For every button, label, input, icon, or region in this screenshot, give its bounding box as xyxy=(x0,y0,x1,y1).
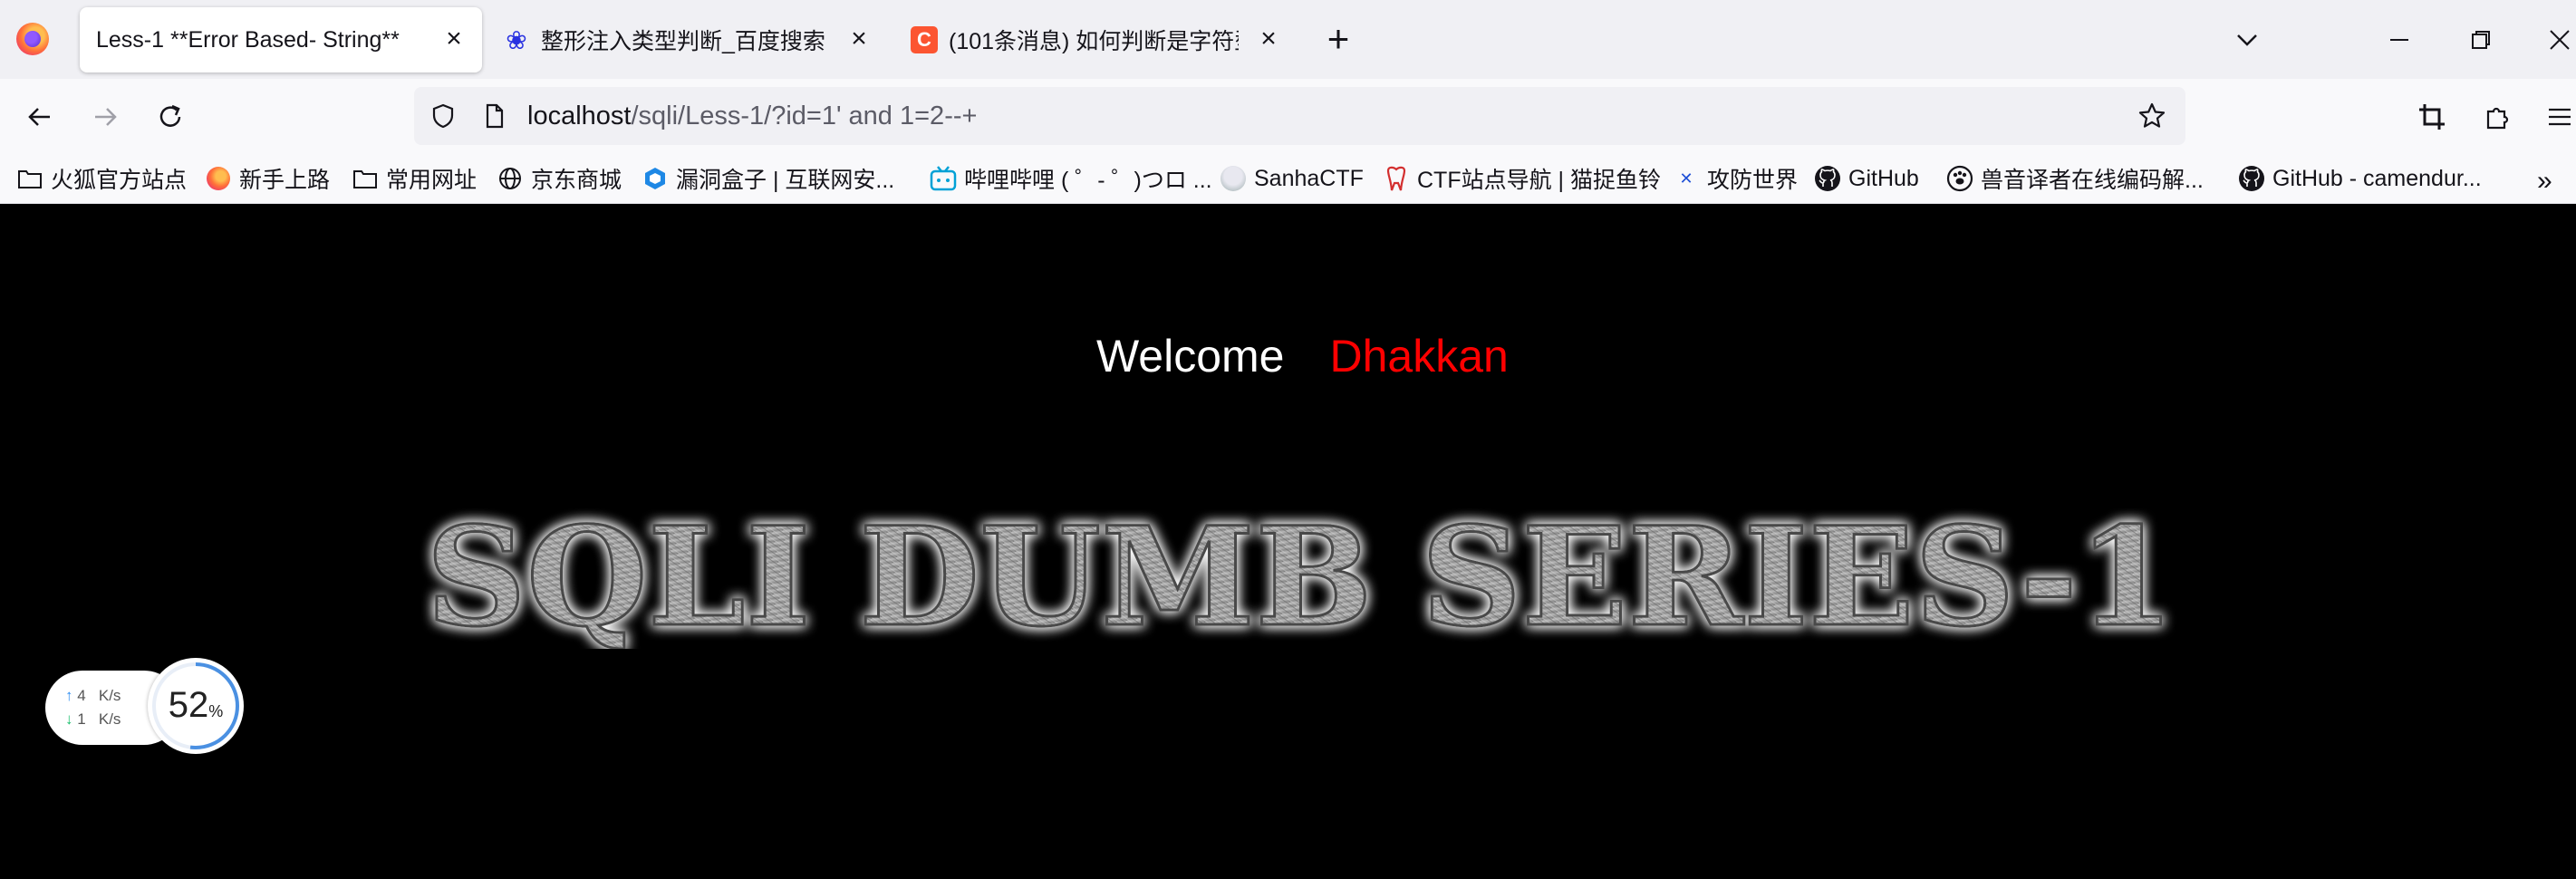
screenshot-crop-icon[interactable] xyxy=(2412,97,2452,137)
navigation-toolbar: localhost/sqli/Less-1/?id=1' and 1=2--+ xyxy=(0,79,2576,153)
bookmark-label: GitHub xyxy=(1848,165,1919,191)
url-bar[interactable]: localhost/sqli/Less-1/?id=1' and 1=2--+ xyxy=(414,87,2185,145)
paw-icon xyxy=(1946,165,1973,192)
bookmark-jd[interactable]: 京东商城 xyxy=(497,160,622,197)
bookmark-label: 京东商城 xyxy=(531,168,622,193)
close-tab-icon[interactable]: × xyxy=(845,24,873,53)
download-arrow-icon: ↓ xyxy=(65,710,73,728)
csdn-icon: C xyxy=(911,26,938,53)
bookmark-label: 漏洞盒子 | 互联网安... xyxy=(676,168,895,193)
bookmark-getting-started[interactable]: 新手上路 xyxy=(205,160,330,197)
reload-icon[interactable] xyxy=(150,97,190,137)
url-text[interactable]: localhost/sqli/Less-1/?id=1' and 1=2--+ xyxy=(527,101,977,131)
tab-baidu-search[interactable]: ❀ 整形注入类型判断_百度搜索 × xyxy=(503,7,892,72)
bookmark-label: CTF站点导航 | 猫捉鱼铃 xyxy=(1417,168,1661,193)
url-host: localhost xyxy=(527,101,632,130)
tab-strip: Less-1 **Error Based- String** × ❀ 整形注入类… xyxy=(0,0,2576,79)
gauge-unit: % xyxy=(208,702,224,720)
page-info-icon[interactable] xyxy=(478,100,510,132)
tab-list-chevron-down-icon[interactable] xyxy=(2231,24,2263,56)
tooth-icon xyxy=(1383,165,1410,192)
xctf-icon: ✕ xyxy=(1679,169,1693,188)
new-tab-plus-icon[interactable]: + xyxy=(1321,17,1356,60)
tab-label: 整形注入类型判断_百度搜索 xyxy=(541,29,825,54)
download-value: 1 xyxy=(77,710,86,728)
tab-csdn[interactable]: C (101条消息) 如何判断是字符型 × xyxy=(911,7,1291,72)
close-tab-icon[interactable]: × xyxy=(1255,24,1282,53)
close-window-icon[interactable] xyxy=(2542,20,2576,60)
sqli-dumb-series-banner: SQLI DUMB SERIES-1 xyxy=(425,504,2176,649)
bookmark-label: GitHub - camendur... xyxy=(2272,165,2482,191)
gauge-value: 52% xyxy=(148,685,244,726)
download-speed: ↓ 1 K/s xyxy=(65,710,121,729)
bookmark-vulbox[interactable]: 漏洞盒子 | 互联网安... xyxy=(642,160,894,197)
upload-value: 4 xyxy=(77,687,86,704)
bookmark-label: 哔哩哔哩 ( ゜- ゜)つロ ... xyxy=(964,168,1212,193)
welcome-name: Dhakkan xyxy=(1329,331,1509,382)
folder-icon xyxy=(352,165,379,192)
bookmark-github[interactable]: GitHub xyxy=(1814,160,1919,197)
bookmarks-toolbar: 火狐官方站点 新手上路 常用网址 京东商城 漏洞盒子 | 互联网安... 哔哩哔… xyxy=(0,153,2576,204)
github-icon xyxy=(1814,165,1841,192)
bookmark-label: 常用网址 xyxy=(386,168,478,193)
bookmark-label: 新手上路 xyxy=(239,168,331,193)
firefox-icon xyxy=(205,165,232,192)
gauge-number: 52 xyxy=(168,685,209,725)
banner-title: SQLI DUMB SERIES-1 xyxy=(426,504,2175,649)
bookmark-ctf-nav[interactable]: CTF站点导航 | 猫捉鱼铃 xyxy=(1383,160,1661,197)
restore-window-icon[interactable] xyxy=(2461,20,2501,60)
close-tab-icon[interactable]: × xyxy=(440,24,468,53)
bookmark-firefox-official[interactable]: 火狐官方站点 xyxy=(16,160,187,197)
bookmark-label: 火狐官方站点 xyxy=(51,168,188,193)
bookmark-label: SanhaCTF xyxy=(1254,165,1364,191)
upload-speed: ↑ 4 K/s xyxy=(65,687,121,705)
globe-icon xyxy=(497,165,524,192)
back-arrow-icon[interactable] xyxy=(20,97,60,137)
tab-label: Less-1 **Error Based- String** xyxy=(96,26,400,53)
upload-arrow-icon: ↑ xyxy=(65,687,73,704)
bookmarks-overflow-chevron-icon[interactable]: » xyxy=(2537,166,2552,197)
bookmark-star-icon[interactable] xyxy=(2136,100,2168,132)
extensions-puzzle-icon[interactable] xyxy=(2477,97,2517,137)
bilibili-icon xyxy=(930,165,957,192)
download-unit: K/s xyxy=(98,710,121,728)
welcome-message: Welcome Dhakkan xyxy=(1096,330,1509,382)
bookmark-xctf[interactable]: ✕ 攻防世界 xyxy=(1673,160,1798,197)
firefox-logo-icon[interactable] xyxy=(16,23,49,55)
upload-unit: K/s xyxy=(98,687,121,704)
baidu-paw-icon: ❀ xyxy=(506,25,527,54)
tab-label: (101条消息) 如何判断是字符型 xyxy=(949,29,1239,54)
tracking-protection-shield-icon[interactable] xyxy=(427,100,459,132)
shield-box-icon xyxy=(642,165,669,192)
app-menu-hamburger-icon[interactable] xyxy=(2542,97,2576,137)
bookmark-bilibili[interactable]: 哔哩哔哩 ( ゜- ゜)つロ ... xyxy=(930,160,1212,197)
bookmark-sanhactf[interactable]: SanhaCTF xyxy=(1220,160,1364,197)
bookmark-beast-translator[interactable]: 兽音译者在线编码解... xyxy=(1946,160,2204,197)
tab-less-1[interactable]: Less-1 **Error Based- String** × xyxy=(80,7,482,72)
github-icon xyxy=(2238,165,2265,192)
welcome-text: Welcome xyxy=(1096,331,1285,382)
bookmark-common-sites[interactable]: 常用网址 xyxy=(352,160,477,197)
folder-icon xyxy=(16,165,43,192)
minimize-window-icon[interactable] xyxy=(2379,20,2419,60)
bookmark-label: 攻防世界 xyxy=(1707,168,1799,193)
bookmark-github-camendur[interactable]: GitHub - camendur... xyxy=(2238,160,2482,197)
bookmark-label: 兽音译者在线编码解... xyxy=(1981,168,2204,193)
forward-arrow-icon[interactable] xyxy=(85,97,125,137)
anime-avatar-icon xyxy=(1220,165,1247,192)
memory-usage-gauge[interactable]: 52% xyxy=(148,658,244,754)
url-path: /sqli/Less-1/?id=1' and 1=2--+ xyxy=(631,101,978,130)
page-content: Welcome Dhakkan SQLI DUMB SERIES-1 ↑ 4 K… xyxy=(0,205,2576,879)
